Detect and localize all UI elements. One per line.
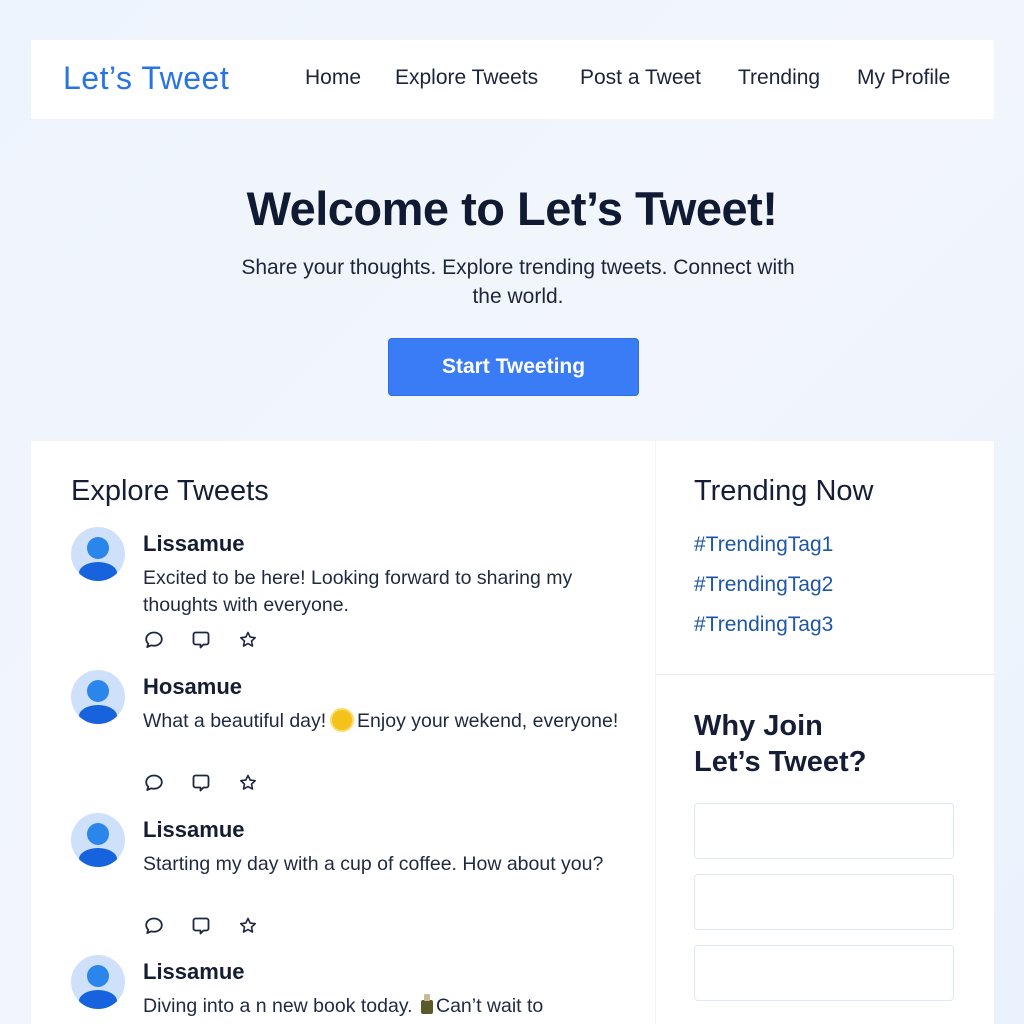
nav-post-a-tweet[interactable]: Post a Tweet bbox=[580, 66, 701, 90]
avatar[interactable] bbox=[71, 670, 125, 724]
star-icon[interactable] bbox=[237, 772, 259, 794]
tweet-username[interactable]: Lissamue bbox=[143, 959, 245, 985]
comment-icon[interactable] bbox=[143, 629, 165, 651]
tweet-text-part: Can’t wait to bbox=[435, 995, 544, 1017]
tweet-actions bbox=[143, 915, 284, 937]
sun-emoji-icon bbox=[331, 710, 352, 730]
trending-tag-2[interactable]: #TrendingTag2 bbox=[694, 573, 833, 597]
tweet-actions bbox=[143, 629, 284, 651]
tweet-item: Lissamue Starting my day with a cup of c… bbox=[71, 813, 631, 943]
why-join-card bbox=[694, 945, 954, 1001]
tweet-item: Hosamue What a beautiful day! Enjoy your… bbox=[71, 670, 631, 800]
hero-title: Welcome to Let’s Tweet! bbox=[246, 182, 778, 235]
avatar[interactable] bbox=[71, 527, 125, 581]
tweet-item: Lissamue Diving into a n new book today.… bbox=[71, 955, 631, 1024]
nav-explore-tweets[interactable]: Explore Tweets bbox=[395, 66, 538, 90]
reply-icon[interactable] bbox=[190, 629, 212, 651]
nav-home[interactable]: Home bbox=[305, 66, 361, 90]
why-join-title-line2: Let’s Tweet? bbox=[694, 746, 867, 778]
start-tweeting-button[interactable]: Start Tweeting bbox=[388, 338, 639, 396]
hero-section: Welcome to Let’s Tweet! Share your thoug… bbox=[0, 119, 1024, 441]
reply-icon[interactable] bbox=[190, 772, 212, 794]
nav-links: Let’s Tweet Home Explore Tweets Post a T… bbox=[31, 40, 994, 119]
trending-tag-3[interactable]: #TrendingTag3 bbox=[694, 613, 833, 637]
tweet-username[interactable]: Hosamue bbox=[143, 674, 242, 700]
comment-icon[interactable] bbox=[143, 915, 165, 937]
tweet-text: Diving into a n new book today. Can’t wa… bbox=[143, 993, 663, 1020]
tweet-username[interactable]: Lissamue bbox=[143, 531, 245, 557]
explore-tweets-panel: Explore Tweets Lissamue Excited to be he… bbox=[31, 441, 655, 1024]
comment-icon[interactable] bbox=[143, 772, 165, 794]
tweet-text: Excited to be here! Looking forward to s… bbox=[143, 567, 573, 616]
trending-tag-1[interactable]: #TrendingTag1 bbox=[694, 533, 833, 557]
reply-icon[interactable] bbox=[190, 915, 212, 937]
sidebar-panel: Trending Now #TrendingTag1 #TrendingTag2… bbox=[656, 441, 994, 1024]
why-join-card bbox=[694, 874, 954, 930]
tweet-username[interactable]: Lissamue bbox=[143, 817, 245, 843]
explore-tweets-title: Explore Tweets bbox=[71, 475, 269, 507]
book-emoji-icon bbox=[418, 994, 436, 1016]
top-navbar: Let’s Tweet Home Explore Tweets Post a T… bbox=[31, 40, 994, 119]
nav-trending[interactable]: Trending bbox=[738, 66, 820, 90]
tweet-text: Starting my day with a cup of coffee. Ho… bbox=[143, 853, 604, 875]
brand-logo[interactable]: Let’s Tweet bbox=[63, 60, 229, 97]
why-join-title-line1: Why Join bbox=[694, 710, 823, 742]
tweet-text: What a beautiful day! Enjoy your wekend,… bbox=[143, 708, 623, 735]
tweet-item: Lissamue Excited to be here! Looking for… bbox=[71, 527, 631, 657]
tweet-text-part: Diving into a n new book today. bbox=[143, 995, 418, 1017]
tweet-actions bbox=[143, 772, 284, 794]
hero-subtitle: Share your thoughts. Explore trending tw… bbox=[241, 256, 795, 308]
star-icon[interactable] bbox=[237, 629, 259, 651]
trending-now-title: Trending Now bbox=[694, 475, 874, 507]
tweet-text-part: Enjoy your wekend, everyone! bbox=[351, 710, 619, 732]
why-join-card bbox=[694, 803, 954, 859]
why-join-title: Why Join Let’s Tweet? bbox=[694, 708, 866, 780]
nav-my-profile[interactable]: My Profile bbox=[857, 66, 950, 90]
avatar[interactable] bbox=[71, 813, 125, 867]
avatar[interactable] bbox=[71, 955, 125, 1009]
sidebar-divider bbox=[656, 674, 994, 675]
star-icon[interactable] bbox=[237, 915, 259, 937]
tweet-text-part: What a beautiful day! bbox=[143, 710, 332, 732]
